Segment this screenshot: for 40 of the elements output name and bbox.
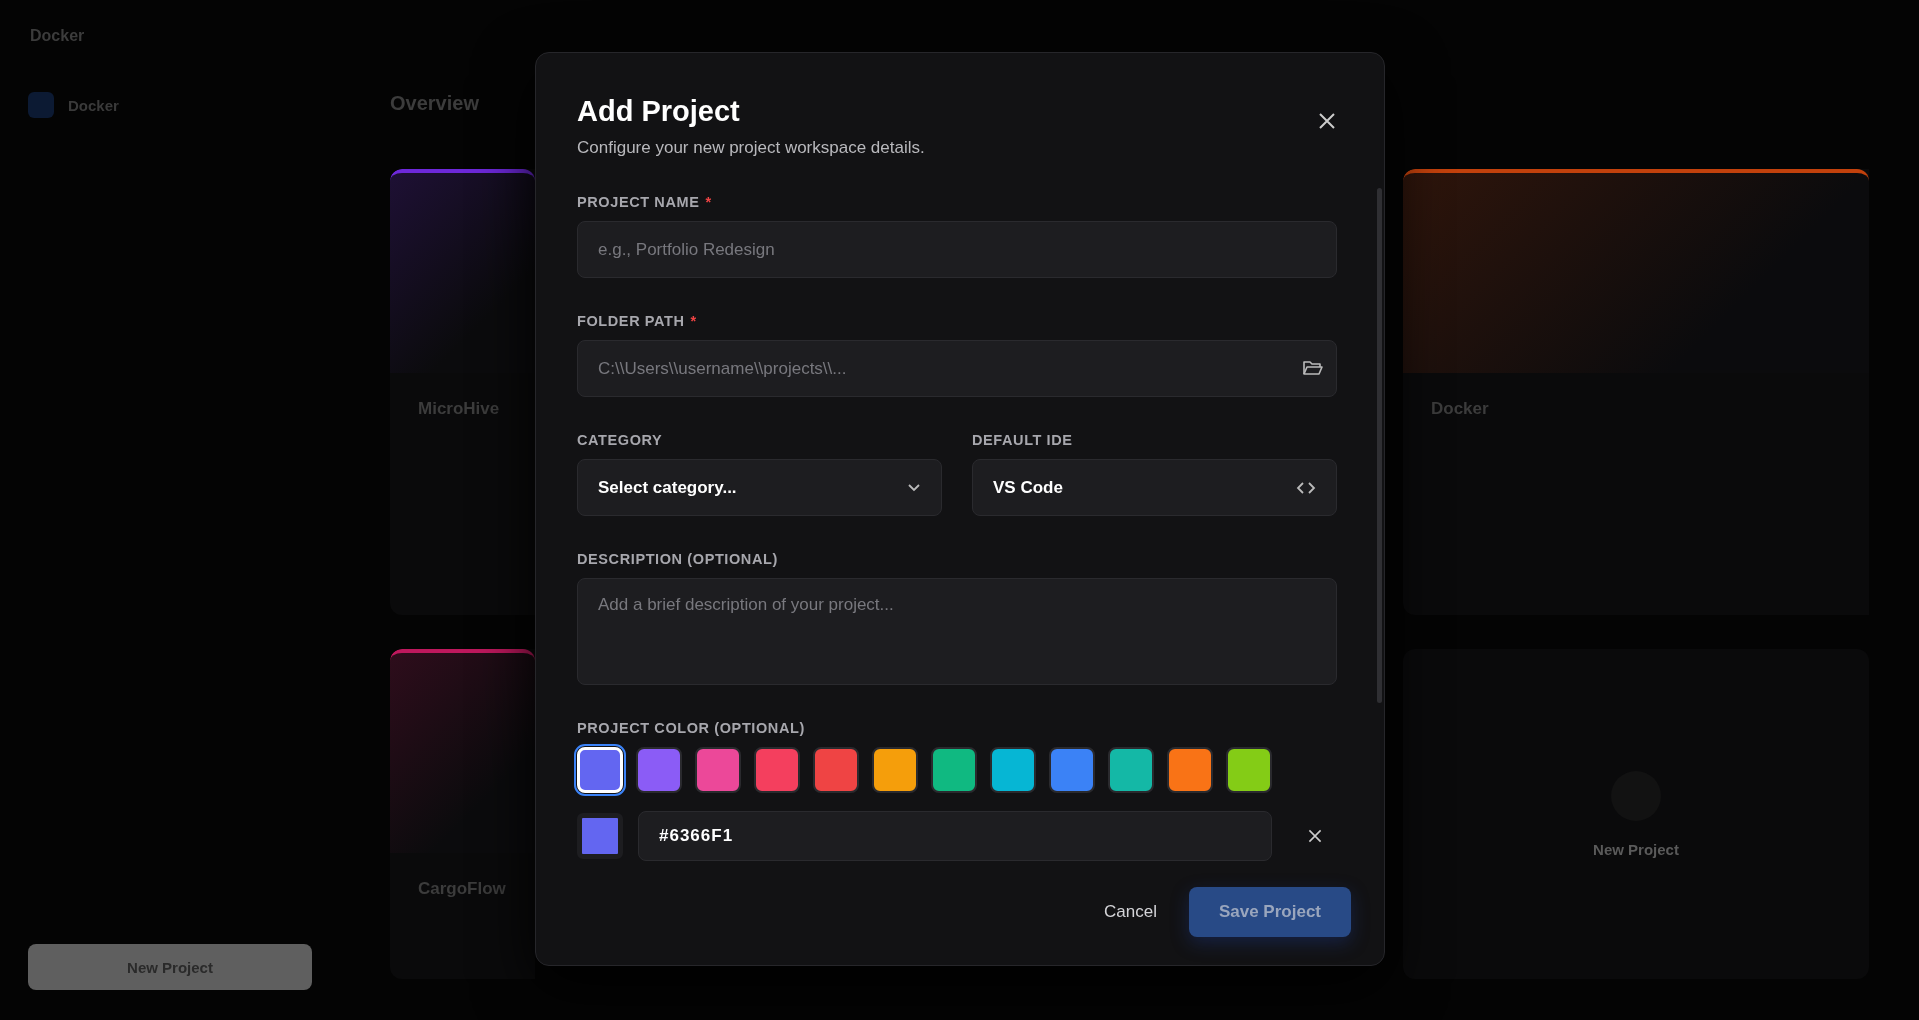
color-swatch[interactable] bbox=[636, 747, 682, 793]
close-icon[interactable] bbox=[1317, 111, 1337, 131]
field-label: FOLDER PATH bbox=[577, 313, 685, 329]
new-project-card[interactable]: New Project bbox=[1403, 649, 1869, 979]
category-dropdown[interactable]: Select category... bbox=[577, 459, 942, 516]
project-name-field[interactable]: e.g., Portfolio Redesign bbox=[577, 221, 1337, 278]
cancel-button[interactable]: Cancel bbox=[1104, 890, 1157, 934]
field-label: PROJECT COLOR (OPTIONAL) bbox=[577, 720, 805, 736]
clear-icon[interactable] bbox=[1307, 828, 1323, 844]
required-mark: * bbox=[705, 194, 712, 210]
scrollbar[interactable] bbox=[1377, 188, 1382, 703]
folder-path-field[interactable]: C:\\Users\\username\\projects\\... bbox=[577, 340, 1337, 397]
dialog-subtitle: Configure your new project workspace details. bbox=[577, 138, 925, 158]
field-label: DESCRIPTION (OPTIONAL) bbox=[577, 551, 778, 567]
color-swatch[interactable] bbox=[990, 747, 1036, 793]
color-swatch[interactable] bbox=[695, 747, 741, 793]
color-swatch[interactable] bbox=[813, 747, 859, 793]
page-heading: Overview bbox=[390, 92, 479, 115]
color-swatch[interactable] bbox=[1167, 747, 1213, 793]
new-project-label: New Project bbox=[1593, 840, 1679, 858]
color-swatch[interactable] bbox=[1226, 747, 1272, 793]
workspace-icon bbox=[28, 92, 54, 118]
field-label: CATEGORY bbox=[577, 432, 663, 448]
dialog-title: Add Project bbox=[577, 95, 740, 128]
color-swatch[interactable] bbox=[1049, 747, 1095, 793]
color-picker[interactable] bbox=[577, 813, 623, 859]
app-title: Docker bbox=[30, 27, 85, 45]
folder-icon[interactable] bbox=[1303, 360, 1323, 376]
hex-color-field[interactable]: #6366F1 bbox=[638, 811, 1272, 861]
description-field[interactable]: Add a brief description of your project... bbox=[577, 578, 1337, 685]
code-icon bbox=[1296, 480, 1316, 495]
field-label: PROJECT NAME bbox=[577, 194, 700, 210]
required-mark: * bbox=[690, 313, 697, 329]
color-swatch[interactable] bbox=[1108, 747, 1154, 793]
field-label: DEFAULT IDE bbox=[972, 432, 1073, 448]
color-swatch[interactable] bbox=[872, 747, 918, 793]
color-swatch[interactable] bbox=[931, 747, 977, 793]
chevron-down-icon bbox=[907, 483, 921, 492]
color-swatch[interactable] bbox=[754, 747, 800, 793]
ide-dropdown[interactable]: VS Code bbox=[972, 459, 1337, 516]
